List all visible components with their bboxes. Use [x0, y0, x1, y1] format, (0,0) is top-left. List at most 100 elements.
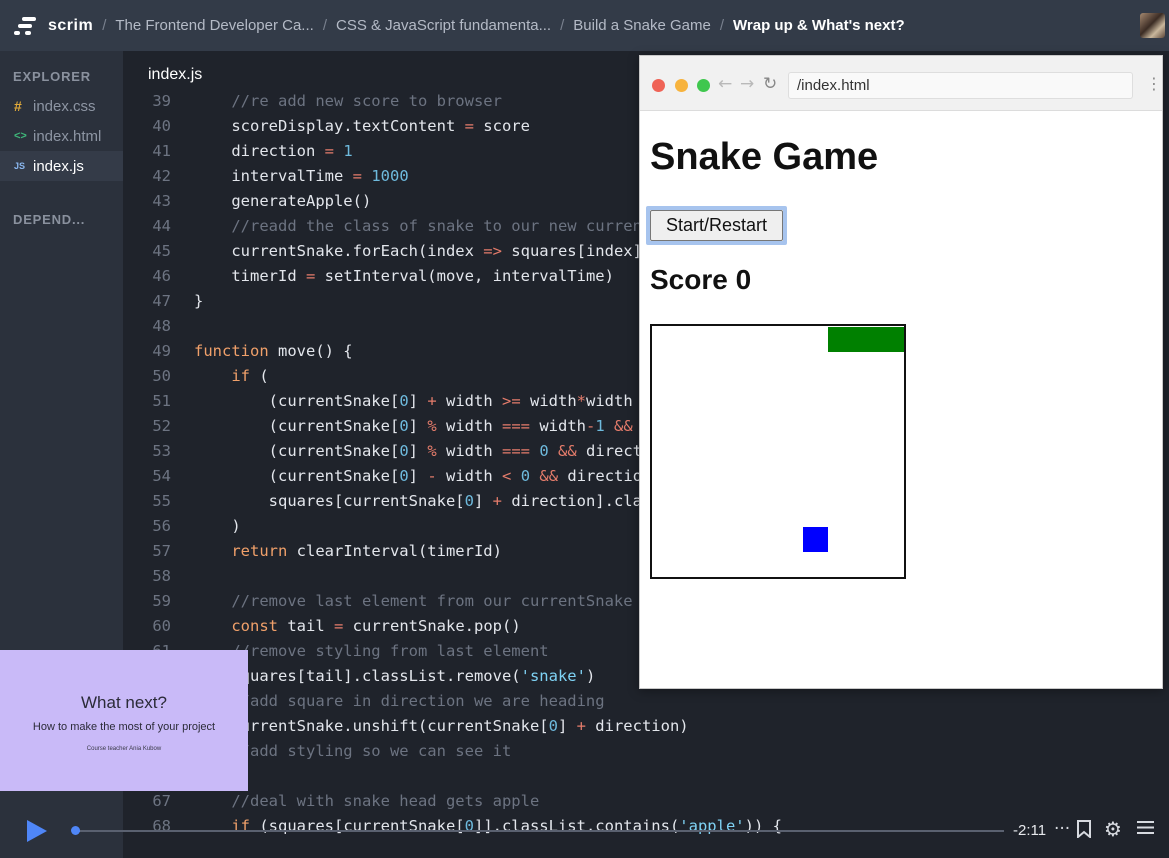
- user-avatar[interactable]: [1140, 13, 1165, 38]
- line-code: squares[tail].classList.remove('snake'): [194, 667, 596, 685]
- breadcrumb-separator: /: [322, 17, 327, 34]
- reload-icon[interactable]: ↻: [763, 74, 777, 94]
- line-number: 48: [152, 317, 171, 335]
- logo-text: scrim: [48, 16, 94, 34]
- dependencies-heading[interactable]: DEPEND...: [13, 212, 85, 227]
- breadcrumb-separator: /: [102, 17, 107, 34]
- line-code: intervalTime = 1000: [194, 167, 409, 185]
- line-code: function move() {: [194, 342, 353, 360]
- game-grid: [650, 324, 906, 579]
- line-number: 43: [152, 192, 171, 210]
- line-number: 46: [152, 267, 171, 285]
- menu-icon[interactable]: [1137, 820, 1154, 840]
- player-controls: -2:11 ··· ⚙: [0, 812, 1169, 858]
- line-number: 49: [152, 342, 171, 360]
- line-number: 52: [152, 417, 171, 435]
- line-code: timerId = setInterval(move, intervalTime…: [194, 267, 614, 285]
- close-dot-icon[interactable]: [652, 79, 665, 92]
- more-options-icon[interactable]: ···: [1054, 819, 1070, 839]
- file-index-js[interactable]: JS index.js: [0, 151, 123, 181]
- js-file-icon: JS: [14, 161, 26, 171]
- file-index-html[interactable]: <> index.html: [0, 121, 123, 151]
- top-bar: scrim / The Frontend Developer Ca... / C…: [0, 0, 1169, 51]
- line-number: 50: [152, 367, 171, 385]
- explorer-heading: EXPLORER: [13, 69, 91, 84]
- breadcrumb-separator: /: [719, 17, 725, 34]
- progress-knob[interactable]: [71, 826, 80, 835]
- line-number: 59: [152, 592, 171, 610]
- line-number: 45: [152, 242, 171, 260]
- overlay-subtitle: How to make the most of your project: [32, 721, 216, 733]
- breadcrumb-current-lesson: Wrap up & What's next?: [733, 17, 905, 34]
- more-menu-icon[interactable]: ⋮: [1146, 74, 1162, 93]
- apple: [803, 527, 828, 552]
- line-code: //readd the class of snake to our new cu…: [231, 217, 698, 235]
- settings-gear-icon[interactable]: ⚙: [1104, 817, 1122, 841]
- page-title: Snake Game: [650, 136, 879, 178]
- play-icon[interactable]: [27, 820, 47, 842]
- line-code: ): [194, 517, 241, 535]
- editor-filename: index.js: [148, 66, 203, 83]
- css-file-icon: #: [14, 98, 22, 114]
- time-remaining: -2:11: [1013, 822, 1047, 839]
- line-code: scoreDisplay.textContent = score: [194, 117, 530, 135]
- maximize-dot-icon[interactable]: [697, 79, 710, 92]
- breadcrumb-course[interactable]: The Frontend Developer Ca...: [115, 17, 313, 34]
- line-number: 54: [152, 467, 171, 485]
- line-code: direction = 1: [194, 142, 353, 160]
- logo-icon: [12, 15, 38, 37]
- line-number: 60: [152, 617, 171, 635]
- line-number: 53: [152, 442, 171, 460]
- code-line[interactable]: 65 //add styling so we can see it: [123, 739, 1023, 764]
- file-name: index.js: [33, 157, 84, 175]
- line-code: currentSnake.unshift(currentSnake[0] + d…: [194, 717, 689, 735]
- breadcrumb-separator: /: [560, 17, 565, 34]
- what-next-video-overlay[interactable]: What next? How to make the most of your …: [0, 650, 248, 791]
- line-code: if (: [231, 367, 269, 385]
- code-line[interactable]: 64 currentSnake.unshift(currentSnake[0] …: [123, 714, 1023, 739]
- line-code: const tail = currentSnake.pop(): [231, 617, 521, 635]
- line-number: 57: [152, 542, 171, 560]
- url-bar[interactable]: /index.html: [788, 72, 1133, 99]
- minimize-dot-icon[interactable]: [675, 79, 688, 92]
- line-code: generateApple(): [194, 192, 372, 210]
- browser-toolbar: ← → ↻ /index.html ⋮: [640, 56, 1162, 111]
- back-arrow-icon[interactable]: ←: [718, 74, 732, 94]
- line-code: //add square in direction we are heading: [231, 692, 605, 710]
- start-restart-button[interactable]: Start/Restart: [650, 210, 783, 241]
- scrimba-logo[interactable]: scrim: [12, 15, 93, 37]
- line-code: //remove last element from our currentSn…: [231, 592, 689, 610]
- progress-track[interactable]: [75, 830, 1004, 832]
- breadcrumb-module[interactable]: CSS & JavaScript fundamenta...: [336, 17, 551, 34]
- line-code: //deal with snake head gets apple: [231, 792, 540, 810]
- line-number: 42: [152, 167, 171, 185]
- line-code: return clearInterval(timerId): [231, 542, 502, 560]
- line-number: 51: [152, 392, 171, 410]
- browser-preview: ← → ↻ /index.html ⋮ Snake Game Start/Res…: [639, 55, 1163, 689]
- line-number: 40: [152, 117, 171, 135]
- line-code: }: [194, 292, 204, 310]
- line-code: //re add new score to browser: [231, 92, 502, 110]
- code-line[interactable]: 63 //add square in direction we are head…: [123, 689, 1023, 714]
- line-number: 39: [152, 92, 171, 110]
- line-number: 41: [152, 142, 171, 160]
- line-number: 44: [152, 217, 171, 235]
- overlay-title: What next?: [81, 693, 167, 712]
- overlay-teacher: Course teacher Ania Kubow: [86, 746, 162, 752]
- breadcrumb-section[interactable]: Build a Snake Game: [573, 17, 711, 34]
- line-number: 47: [152, 292, 171, 310]
- line-number: 67: [152, 792, 171, 810]
- file-index-css[interactable]: # index.css: [0, 91, 123, 121]
- snake: [828, 327, 904, 352]
- file-name: index.css: [33, 97, 96, 115]
- file-name: index.html: [33, 127, 102, 145]
- line-number: 56: [152, 517, 171, 535]
- score-display: Score 0: [650, 264, 752, 295]
- bookmark-icon[interactable]: [1077, 820, 1091, 843]
- line-number: 55: [152, 492, 171, 510]
- forward-arrow-icon[interactable]: →: [740, 74, 754, 94]
- html-file-icon: <>: [14, 130, 27, 142]
- code-line[interactable]: 67 //deal with snake head gets apple: [123, 789, 1023, 814]
- line-number: 58: [152, 567, 171, 585]
- code-line[interactable]: 66: [123, 764, 1023, 789]
